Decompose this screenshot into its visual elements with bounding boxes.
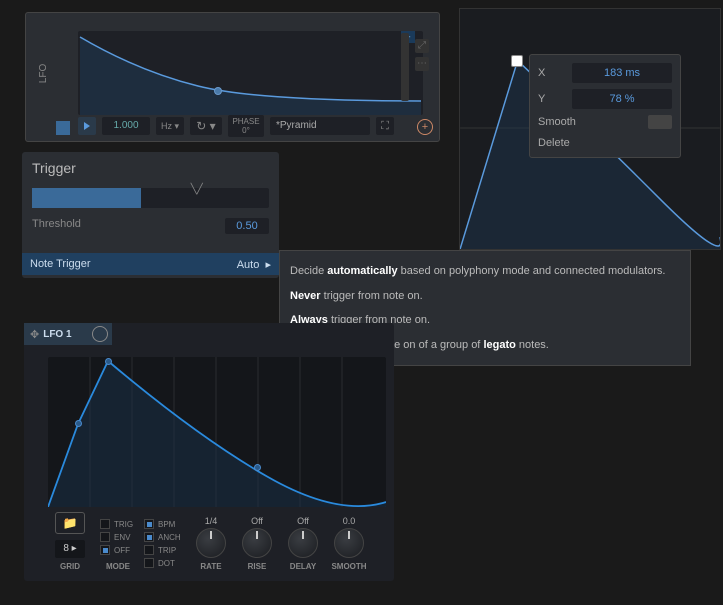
- trip-checkbox[interactable]: TRIP: [144, 545, 176, 555]
- delay-label: DELAY: [290, 562, 316, 571]
- graph-handle-2[interactable]: [105, 358, 112, 365]
- lfo-label: LFO: [38, 64, 49, 83]
- lfo1-graph-svg: [48, 357, 386, 507]
- play-button[interactable]: [78, 117, 96, 135]
- grid-value[interactable]: 8 ▸: [55, 540, 85, 558]
- note-trigger-value: Auto ▸: [237, 258, 271, 271]
- rise-value: Off: [251, 516, 263, 526]
- trigger-slider-fill: [32, 188, 141, 208]
- smooth-knob[interactable]: [334, 528, 364, 558]
- env-checkbox[interactable]: ENV: [100, 532, 130, 542]
- tooltip-item-auto[interactable]: Decide automatically based on polyphony …: [280, 259, 690, 284]
- smooth-label: SMOOTH: [331, 562, 366, 571]
- folder-button[interactable]: 📁: [55, 512, 85, 534]
- rate-input[interactable]: 1.000: [102, 117, 150, 135]
- rate-label: RATE: [200, 562, 221, 571]
- graph-handle-1[interactable]: [75, 420, 82, 427]
- play-icon: [84, 122, 90, 130]
- rise-knob[interactable]: [242, 528, 272, 558]
- expand-window-icon[interactable]: ⛶: [376, 117, 394, 135]
- graph-handle-3[interactable]: [254, 464, 261, 471]
- settings-icon[interactable]: ⋯: [415, 57, 429, 71]
- power-icon[interactable]: [92, 326, 108, 342]
- smooth-toggle[interactable]: [648, 115, 672, 129]
- rise-label: RISE: [248, 562, 267, 571]
- threshold-value[interactable]: 0.50: [225, 218, 269, 234]
- anch-checkbox[interactable]: ANCH: [144, 532, 181, 542]
- add-button[interactable]: +: [417, 119, 433, 135]
- rate-knob[interactable]: [196, 528, 226, 558]
- phase-box[interactable]: PHASE 0°: [228, 115, 264, 137]
- lfo1-name: LFO 1: [43, 329, 71, 340]
- bpm-checkbox[interactable]: BPM: [144, 519, 175, 529]
- trigger-title: Trigger: [22, 152, 279, 184]
- expand-icon[interactable]: ⤢: [415, 39, 429, 53]
- threshold-label: Threshold: [32, 218, 81, 234]
- off-checkbox[interactable]: OFF: [100, 545, 130, 555]
- lfo1-controls: 📁 8 ▸ GRID TRIG ENV OFF MODE BPM ANCH TR…: [48, 495, 386, 575]
- point-editor-popup: X 183 ms Y 78 % Smooth Delete: [529, 54, 681, 158]
- shape-selector[interactable]: *Pyramid: [270, 117, 370, 135]
- delay-knob[interactable]: [288, 528, 318, 558]
- lfo-curve-svg: [78, 31, 423, 115]
- lfo1-module: ✥ LFO 1 📁 8 ▸ GRID TRIG ENV OFF: [24, 323, 394, 581]
- smooth-value: 0.0: [343, 516, 356, 526]
- lfo1-graph[interactable]: [48, 357, 386, 507]
- trig-checkbox[interactable]: TRIG: [100, 519, 133, 529]
- loop-button[interactable]: ↻ ▾: [190, 117, 222, 135]
- tooltip-item-never[interactable]: Never trigger from note on.: [280, 284, 690, 309]
- lfo-color-square[interactable]: [56, 121, 70, 135]
- phase-value: 0°: [228, 126, 264, 135]
- lfo-controls-row: 1.000 Hz ▾ ↻ ▾ PHASE 0° *Pyramid ⛶: [78, 115, 394, 137]
- mode-label: MODE: [106, 562, 130, 571]
- note-trigger-row[interactable]: Note Trigger Auto ▸: [22, 253, 279, 275]
- delay-value: Off: [297, 516, 309, 526]
- dot-checkbox[interactable]: DOT: [144, 558, 175, 568]
- unit-dropdown[interactable]: Hz ▾: [156, 117, 184, 135]
- point-x-value[interactable]: 183 ms: [572, 63, 672, 83]
- grid-label: GRID: [60, 562, 80, 571]
- note-trigger-label: Note Trigger: [30, 258, 91, 270]
- curve-handle[interactable]: [214, 87, 222, 95]
- lfo-upper-panel: LFO + ⤢ ⋯ 1.000 Hz ▾ ↻ ▾ PHASE 0° *Pyram…: [25, 12, 440, 142]
- lfo1-tab[interactable]: ✥ LFO 1: [24, 323, 112, 345]
- trigger-slider[interactable]: ╲╱: [32, 188, 269, 208]
- vertical-slider[interactable]: [401, 33, 409, 101]
- smooth-label: Smooth: [538, 116, 576, 128]
- threshold-row: Threshold 0.50: [22, 212, 279, 240]
- point-x-label: X: [538, 67, 545, 79]
- lfo-curve-display[interactable]: [78, 31, 423, 115]
- point-y-label: Y: [538, 93, 545, 105]
- phase-label: PHASE: [228, 117, 264, 126]
- move-icon[interactable]: ✥: [30, 328, 39, 341]
- curve-point-handle[interactable]: [511, 55, 523, 67]
- delete-button[interactable]: Delete: [538, 137, 672, 149]
- rate-value: 1/4: [205, 516, 218, 526]
- trigger-marks: ╲╱: [191, 184, 203, 195]
- point-y-value[interactable]: 78 %: [572, 89, 672, 109]
